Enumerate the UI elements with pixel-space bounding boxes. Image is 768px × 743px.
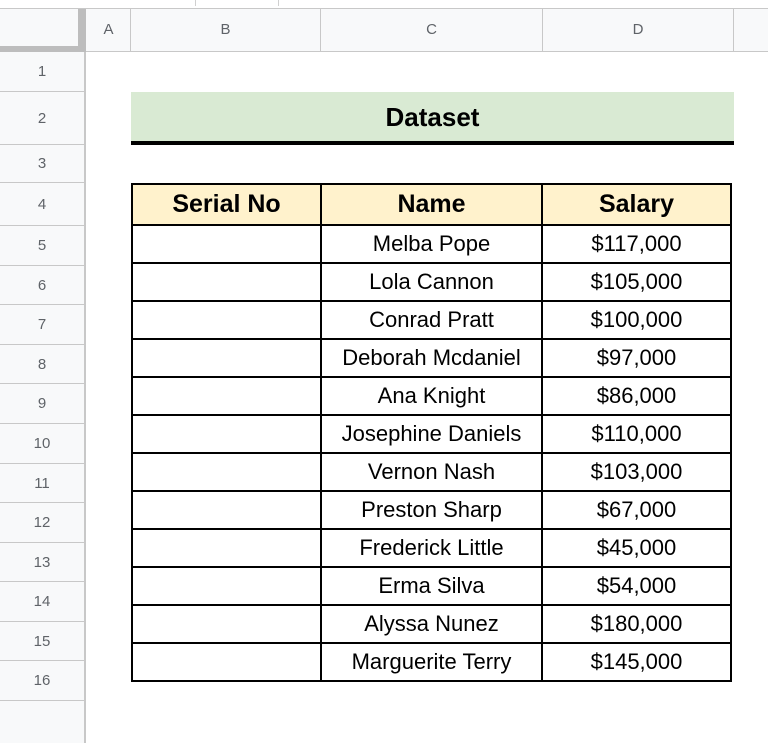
table-row: Melba Pope $117,000 (131, 224, 732, 264)
table-row: Conrad Pratt $100,000 (131, 300, 732, 340)
name-cell[interactable]: Frederick Little (320, 528, 543, 568)
table-row: Ana Knight $86,000 (131, 376, 732, 416)
name-cell[interactable]: Conrad Pratt (320, 300, 543, 340)
serial-cell[interactable] (131, 414, 322, 454)
serial-cell[interactable] (131, 224, 322, 264)
name-cell[interactable]: Deborah Mcdaniel (320, 338, 543, 378)
salary-cell[interactable]: $105,000 (541, 262, 732, 302)
row-header[interactable]: 6 (0, 266, 84, 305)
serial-cell[interactable] (131, 604, 322, 644)
column-header-b[interactable]: B (131, 8, 321, 52)
row-header[interactable]: 14 (0, 582, 84, 622)
row-header[interactable]: 8 (0, 345, 84, 384)
table-row: Frederick Little $45,000 (131, 528, 732, 568)
salary-cell[interactable]: $86,000 (541, 376, 732, 416)
serial-cell[interactable] (131, 262, 322, 302)
row-header[interactable]: 10 (0, 424, 84, 464)
salary-cell[interactable]: $97,000 (541, 338, 732, 378)
row-header[interactable]: 5 (0, 226, 84, 266)
column-header-c[interactable]: C (321, 8, 543, 52)
table-row: Josephine Daniels $110,000 (131, 414, 732, 454)
select-all-corner[interactable] (0, 8, 86, 53)
name-cell[interactable]: Erma Silva (320, 566, 543, 606)
salary-cell[interactable]: $45,000 (541, 528, 732, 568)
title-underline-border (131, 141, 734, 145)
row-header[interactable]: 11 (0, 464, 84, 503)
name-cell[interactable]: Josephine Daniels (320, 414, 543, 454)
salary-cell[interactable]: $117,000 (541, 224, 732, 264)
table-header-row: Serial No Name Salary (131, 183, 732, 226)
table-row: Preston Sharp $67,000 (131, 490, 732, 530)
name-cell[interactable]: Preston Sharp (320, 490, 543, 530)
header-salary[interactable]: Salary (541, 183, 732, 226)
salary-cell[interactable]: $145,000 (541, 642, 732, 682)
row-header[interactable]: 2 (0, 92, 84, 145)
salary-cell[interactable]: $180,000 (541, 604, 732, 644)
strip-divider (195, 0, 196, 6)
serial-cell[interactable] (131, 452, 322, 492)
row-header[interactable]: 16 (0, 661, 84, 701)
serial-cell[interactable] (131, 566, 322, 606)
name-cell[interactable]: Alyssa Nunez (320, 604, 543, 644)
row-header[interactable]: 4 (0, 183, 84, 226)
column-header-d[interactable]: D (543, 8, 734, 52)
salary-cell[interactable]: $100,000 (541, 300, 732, 340)
table-row: Lola Cannon $105,000 (131, 262, 732, 302)
table-row: Deborah Mcdaniel $97,000 (131, 338, 732, 378)
row-header[interactable]: 13 (0, 543, 84, 582)
table-row: Erma Silva $54,000 (131, 566, 732, 606)
salary-cell[interactable]: $103,000 (541, 452, 732, 492)
salary-cell[interactable]: $54,000 (541, 566, 732, 606)
table-row: Alyssa Nunez $180,000 (131, 604, 732, 644)
serial-cell[interactable] (131, 528, 322, 568)
dataset-title[interactable]: Dataset (131, 92, 734, 142)
row-header[interactable]: 7 (0, 305, 84, 345)
dataset-table: Serial No Name Salary Melba Pope $117,000… (131, 183, 732, 682)
name-cell[interactable]: Ana Knight (320, 376, 543, 416)
column-header-e[interactable] (734, 8, 768, 52)
row-header[interactable]: 3 (0, 145, 84, 183)
strip-divider (278, 0, 279, 6)
salary-cell[interactable]: $110,000 (541, 414, 732, 454)
header-serial-no[interactable]: Serial No (131, 183, 322, 226)
serial-cell[interactable] (131, 642, 322, 682)
serial-cell[interactable] (131, 338, 322, 378)
table-row: Vernon Nash $103,000 (131, 452, 732, 492)
serial-cell[interactable] (131, 490, 322, 530)
column-header-a[interactable]: A (87, 8, 131, 52)
top-toolbar-strip (0, 0, 768, 8)
row-header[interactable]: 9 (0, 384, 84, 424)
name-cell[interactable]: Vernon Nash (320, 452, 543, 492)
name-cell[interactable]: Marguerite Terry (320, 642, 543, 682)
salary-cell[interactable]: $67,000 (541, 490, 732, 530)
table-row: Marguerite Terry $145,000 (131, 642, 732, 682)
serial-cell[interactable] (131, 376, 322, 416)
header-name[interactable]: Name (320, 183, 543, 226)
row-header[interactable]: 1 (0, 52, 84, 92)
serial-cell[interactable] (131, 300, 322, 340)
row-header-bar: 1 2 3 4 5 6 7 8 9 10 11 12 13 14 15 16 (0, 52, 86, 743)
name-cell[interactable]: Melba Pope (320, 224, 543, 264)
name-cell[interactable]: Lola Cannon (320, 262, 543, 302)
row-header[interactable]: 15 (0, 622, 84, 661)
row-header[interactable]: 12 (0, 503, 84, 543)
